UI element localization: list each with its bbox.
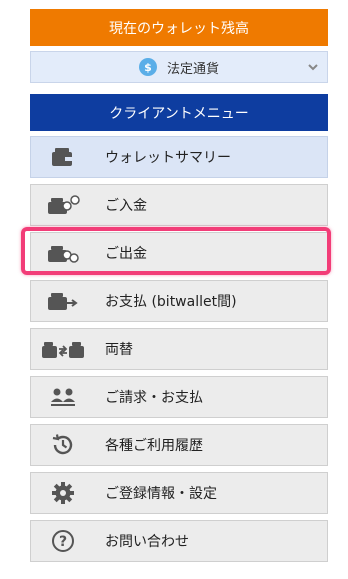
menu-item-label: ご入金 (105, 198, 147, 214)
menu-item-billing[interactable]: ご請求・お支払 (30, 376, 328, 418)
menu-item-label: 両替 (105, 342, 133, 358)
client-menu-header: クライアントメニュー (30, 94, 328, 131)
menu-item-label: お支払 (bitwallet間) (105, 294, 237, 310)
menu-item-label: ご登録情報・設定 (105, 486, 217, 502)
menu-item-exchange[interactable]: 両替 (30, 328, 328, 370)
currency-selected-value: 法定通貨 (166, 61, 219, 77)
menu-item-withdraw[interactable]: ご出金 (30, 232, 328, 274)
exchange-icon (31, 328, 95, 370)
client-menu-header-label: クライアントメニュー (109, 105, 249, 122)
menu-item-deposit[interactable]: ご入金 (30, 184, 328, 226)
menu-item-label: お問い合わせ (105, 534, 189, 550)
menu-item-wallet-summary[interactable]: ウォレットサマリー (30, 136, 328, 178)
menu-item-history[interactable]: 各種ご利用履歴 (30, 424, 328, 466)
wallet-transfer-icon (31, 280, 95, 322)
menu-item-settings[interactable]: ご登録情報・設定 (30, 472, 328, 514)
history-icon (31, 424, 95, 466)
wallet-icon (31, 136, 95, 178)
wallet-withdraw-icon (31, 232, 95, 274)
menu-item-contact[interactable]: ? お問い合わせ (30, 520, 328, 562)
gear-icon (31, 472, 95, 514)
chevron-down-icon (307, 61, 319, 77)
users-icon (31, 376, 95, 418)
balance-header: 現在のウォレット残高 (30, 9, 328, 46)
menu-item-label: ご請求・お支払 (105, 390, 203, 406)
svg-text:?: ? (59, 534, 67, 550)
menu-item-label: ウォレットサマリー (105, 150, 231, 166)
question-icon: ? (31, 520, 95, 562)
menu-item-payment-bitwallet[interactable]: お支払 (bitwallet間) (30, 280, 328, 322)
currency-select[interactable]: $ 法定通貨 (30, 51, 328, 83)
menu-item-label: 各種ご利用履歴 (105, 438, 203, 454)
wallet-deposit-icon (31, 184, 95, 226)
dollar-icon: $ (138, 58, 157, 76)
balance-header-label: 現在のウォレット残高 (109, 20, 249, 37)
menu-item-label: ご出金 (105, 246, 147, 262)
